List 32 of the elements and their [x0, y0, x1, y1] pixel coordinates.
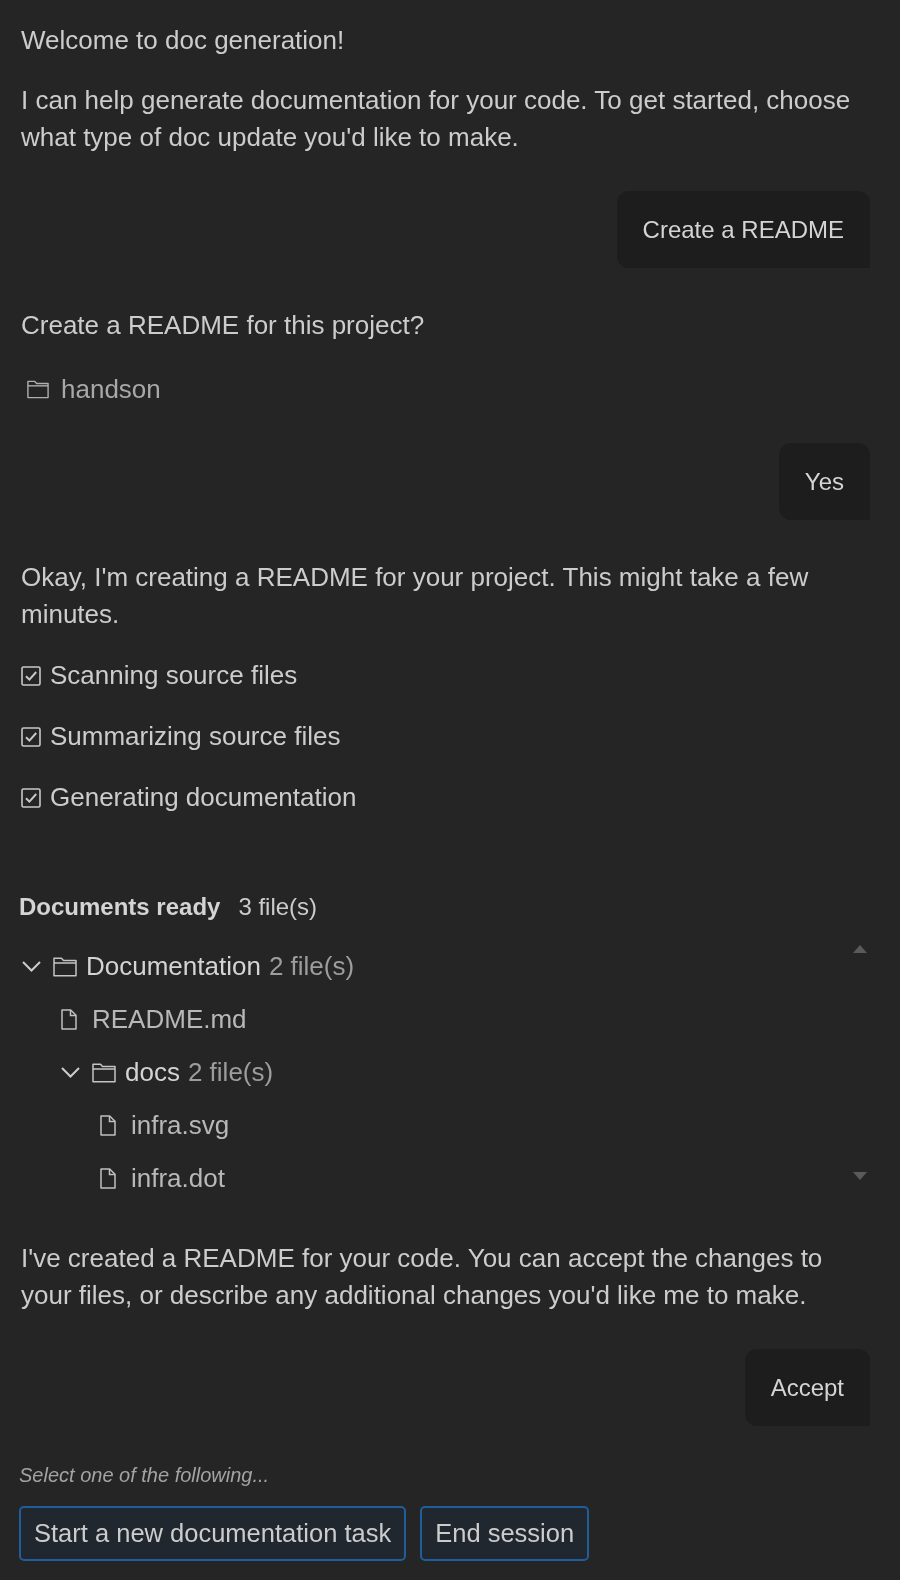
user-message-bubble: Yes — [778, 443, 870, 520]
message-text: Welcome to doc generation! — [21, 24, 346, 57]
file-icon — [61, 1009, 77, 1030]
step-label: Generating documentation — [50, 781, 357, 814]
file-name[interactable]: infra.dot — [131, 1160, 225, 1197]
user-message-bubble: Create a README — [616, 191, 870, 268]
file-name[interactable]: README.md — [92, 1001, 247, 1038]
step-label: Summarizing source files — [50, 720, 341, 753]
user-message-bubble: Accept — [744, 1349, 870, 1426]
file-count: 2 file(s) — [268, 950, 355, 983]
file-icon — [100, 1115, 116, 1136]
chevron-icon[interactable] — [61, 1067, 80, 1078]
message-text: I've created a README for your code. You can accept the changes to your files, or describe any additional changes you'd like me to make. — [21, 1242, 824, 1312]
message-text: Create a README for this project? — [21, 309, 426, 342]
file-name[interactable]: infra.svg — [131, 1107, 230, 1144]
folder-name[interactable]: handson — [61, 371, 161, 408]
section-title: Documents ready — [19, 892, 221, 922]
message-text: I can help generate documentation for your code. To get started, choose what type of doc update you'd like to make. — [21, 84, 852, 154]
folder-icon — [53, 956, 77, 977]
folder-name[interactable]: docs — [125, 1054, 180, 1091]
folder-icon — [27, 380, 49, 399]
prompt-text: Select one of the following... — [19, 1463, 271, 1487]
chevron-icon[interactable] — [22, 961, 41, 972]
file-count: 3 file(s) — [238, 892, 318, 922]
folder-icon — [92, 1062, 116, 1083]
option-button[interactable]: Start a new documentation task — [19, 1506, 407, 1561]
file-icon — [100, 1168, 116, 1189]
folder-name[interactable]: Documentation — [86, 948, 261, 985]
file-count: 2 file(s) — [187, 1056, 274, 1089]
step-label: Scanning source files — [50, 659, 298, 692]
option-button[interactable]: End session — [420, 1506, 590, 1561]
message-text: Okay, I'm creating a README for your project. This might take a few minutes. — [21, 561, 810, 631]
